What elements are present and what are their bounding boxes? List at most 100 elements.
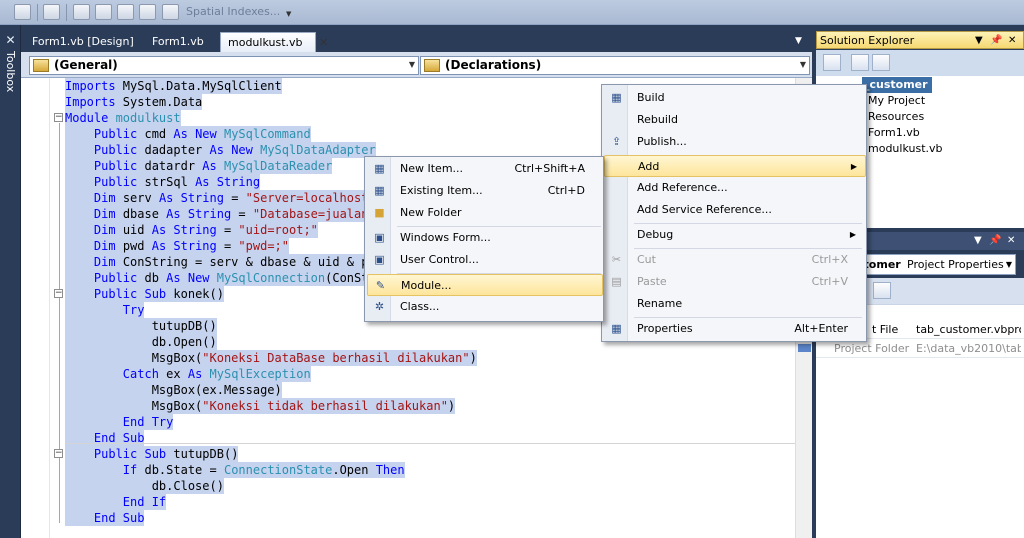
code-line[interactable]: Public dadapter As New MySqlDataAdapter (65, 142, 376, 158)
class-name-combo[interactable]: (General) ▼ (29, 56, 419, 75)
code-line[interactable]: MsgBox("Koneksi DataBase berhasil dilaku… (65, 350, 477, 366)
toolbox-icon[interactable]: ✕ (3, 33, 18, 47)
property-row-project-folder[interactable]: Project Folder E:\data_vb2010\tab_ (816, 340, 1024, 358)
tree-node-form1[interactable]: Form1.vb (866, 125, 920, 141)
code-line[interactable]: Module modulkust (65, 110, 181, 126)
pin-icon[interactable]: 📌 (989, 232, 1001, 249)
toolbar-button-spatial[interactable] (162, 4, 179, 20)
code-line[interactable]: Catch ex As MySqlException (65, 366, 311, 382)
window-position-icon[interactable]: ▼ (974, 232, 982, 249)
code-token: Then (375, 463, 405, 477)
code-line[interactable]: MsgBox("Koneksi tidak berhasil dilakukan… (65, 398, 456, 414)
property-pages-icon[interactable] (873, 282, 891, 299)
code-line[interactable]: Imports MySql.Data.MySqlClient (65, 78, 282, 94)
fold-toggle-icon[interactable]: − (54, 113, 63, 122)
code-line[interactable]: End Sub (65, 510, 145, 526)
submenu-arrow-icon: ▶ (849, 230, 856, 239)
menu-item-publish[interactable]: ⇪ Publish... (604, 131, 864, 153)
code-token: ex (166, 367, 188, 381)
menu-item-rebuild[interactable]: Rebuild (604, 109, 864, 131)
tab-modulkust[interactable]: modulkust.vb (220, 32, 316, 52)
toolbar-button-copy[interactable] (14, 4, 31, 20)
chevron-down-icon[interactable]: ▼ (409, 60, 415, 69)
menu-item-class[interactable]: ✲ Class... (367, 296, 601, 318)
menu-item-shortcut: Ctrl+V (811, 275, 848, 288)
tab-form1-design[interactable]: Form1.vb [Design] (25, 32, 141, 52)
code-line[interactable]: End Try (65, 414, 174, 430)
fold-toggle-icon[interactable]: − (54, 449, 63, 458)
code-line[interactable]: Public datardr As MySqlDataReader (65, 158, 333, 174)
code-token: Imports (65, 95, 123, 109)
code-line[interactable]: Public db As New MySqlConnection(ConStr (65, 270, 376, 286)
tabs-dropdown-icon[interactable]: ▼ (795, 36, 802, 46)
code-line[interactable]: Public Sub konek() (65, 286, 224, 302)
code-line[interactable]: Try (65, 302, 145, 318)
menu-item-windows-form[interactable]: ▣ Windows Form... (367, 227, 601, 249)
code-token: = (223, 239, 239, 253)
method-name-combo[interactable]: (Declarations) ▼ (420, 56, 810, 75)
menu-item-add[interactable]: Add ▶ (604, 155, 866, 177)
chevron-down-icon[interactable]: ▼ (800, 60, 806, 69)
code-token: "Koneksi DataBase berhasil dilakukan" (202, 351, 470, 365)
toolbar-button-columns[interactable] (95, 4, 112, 20)
code-token: tutupDB() (65, 319, 217, 333)
menu-item-user-control[interactable]: ▣ User Control... (367, 249, 601, 271)
code-line[interactable]: If db.State = ConnectionState.Open Then (65, 462, 405, 478)
code-line[interactable]: db.Close() (65, 478, 224, 494)
refresh-icon[interactable] (872, 54, 890, 71)
properties-icon[interactable] (823, 54, 841, 71)
spatial-indexes-field[interactable]: Spatial Indexes... (186, 3, 284, 21)
code-token: MySqlDataAdapter (260, 143, 376, 157)
code-line[interactable]: tutupDB() (65, 318, 217, 334)
menu-item-new-item[interactable]: ▦ New Item... Ctrl+Shift+A (367, 158, 601, 180)
close-icon[interactable]: ✕ (1008, 32, 1016, 49)
code-line[interactable]: MsgBox(ex.Message) (65, 382, 282, 398)
show-all-files-icon[interactable] (851, 54, 869, 71)
menu-item-build[interactable]: ▦ Build (604, 87, 864, 109)
tree-node-my-project[interactable]: My Project (866, 93, 925, 109)
menu-item-properties[interactable]: ▦ Properties Alt+Enter (604, 318, 864, 340)
toolbar-button-xml[interactable] (139, 4, 156, 20)
code-token: = (231, 191, 246, 205)
menu-item-new-folder[interactable]: ■ New Folder (367, 202, 601, 224)
property-value: E:\data_vb2010\tab_ (916, 342, 1021, 355)
code-token: As New (173, 127, 224, 141)
toolbar-button-ab[interactable] (117, 4, 134, 20)
code-line[interactable]: Dim uid As String = "uid=root;" (65, 222, 318, 238)
menu-item-module[interactable]: ✎ Module... (367, 274, 603, 296)
menu-item-debug[interactable]: Debug ▶ (604, 224, 864, 246)
toolbar-button-help[interactable] (43, 4, 60, 20)
toolbar-button-relationships[interactable] (73, 4, 90, 20)
code-line[interactable]: Public Sub tutupDB() (65, 446, 239, 462)
tab-form1[interactable]: Form1.vb (145, 32, 211, 52)
code-line[interactable]: End If (65, 494, 167, 510)
fold-toggle-icon[interactable]: − (54, 289, 63, 298)
menu-item-add-reference[interactable]: Add Reference... (604, 177, 864, 199)
tree-node-project[interactable]: _customer (862, 77, 932, 93)
window-position-icon[interactable]: ▼ (975, 32, 983, 49)
menu-item-cut[interactable]: ✂ Cut Ctrl+X (604, 249, 864, 271)
menu-item-existing-item[interactable]: ▦ Existing Item... Ctrl+D (367, 180, 601, 202)
menu-item-label: Cut (637, 253, 656, 266)
code-line[interactable]: Public cmd As New MySqlCommand (65, 126, 311, 142)
code-line[interactable]: db.Open() (65, 334, 217, 350)
toolbox-label[interactable]: Toolbox (4, 51, 17, 92)
menu-item-add-service-reference[interactable]: Add Service Reference... (604, 199, 864, 221)
pin-icon[interactable]: 📌 (990, 32, 1002, 49)
tree-node-resources[interactable]: Resources (866, 109, 924, 125)
menu-item-label: Paste (637, 275, 667, 288)
close-tab-icon[interactable]: ✕ (319, 36, 328, 49)
code-line[interactable]: Imports System.Data (65, 94, 203, 110)
menu-item-rename[interactable]: Rename (604, 293, 864, 315)
code-line[interactable]: Dim serv As String = "Server=localhost; (65, 190, 376, 206)
menu-item-paste[interactable]: ▤ Paste Ctrl+V (604, 271, 864, 293)
chevron-down-icon[interactable]: ▼ (1006, 255, 1012, 274)
code-line[interactable]: Dim ConString = serv & dbase & uid & pw (65, 254, 376, 270)
close-icon[interactable]: ✕ (1007, 232, 1015, 249)
code-token: serv (122, 191, 159, 205)
tree-node-modulkust[interactable]: modulkust.vb (866, 141, 943, 157)
code-line[interactable]: Dim dbase As String = "Database=jualan; (65, 206, 376, 222)
code-line[interactable]: Public strSql As String (65, 174, 261, 190)
code-line[interactable]: Dim pwd As String = "pwd=;" (65, 238, 289, 254)
toolbar-overflow-icon[interactable]: ▼ (286, 10, 291, 18)
